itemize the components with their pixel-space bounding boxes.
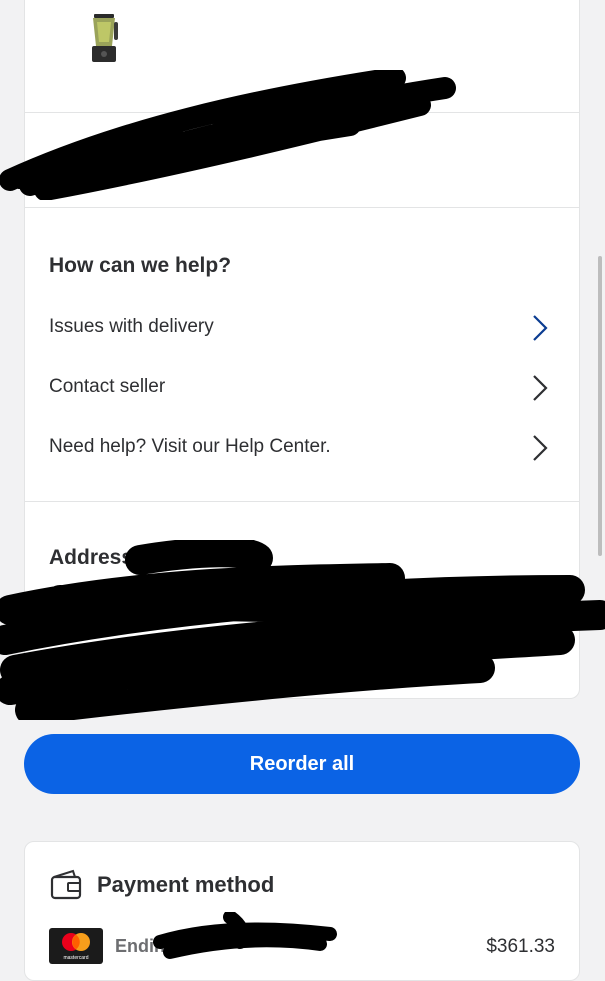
reorder-all-button[interactable]: Reorder all bbox=[24, 734, 580, 794]
blender-product-image[interactable] bbox=[88, 14, 120, 64]
divider bbox=[25, 207, 579, 208]
issues-with-delivery-link[interactable]: Issues with delivery bbox=[25, 298, 579, 358]
help-item-label: Issues with delivery bbox=[49, 316, 214, 337]
help-section-title: How can we help? bbox=[49, 254, 232, 277]
card-ending-label: Ending bbox=[115, 936, 176, 956]
payment-method-title: Payment method bbox=[97, 872, 275, 897]
scrollbar[interactable] bbox=[598, 256, 602, 556]
divider bbox=[25, 112, 579, 113]
wallet-icon bbox=[50, 869, 82, 900]
payment-amount: $361.33 bbox=[486, 936, 555, 957]
help-item-label: Contact seller bbox=[49, 376, 166, 397]
mastercard-icon: mastercard bbox=[49, 928, 103, 964]
order-details-card: How can we help? Issues with delivery Co… bbox=[24, 0, 580, 699]
contact-seller-link[interactable]: Contact seller bbox=[25, 358, 579, 418]
chevron-right-icon bbox=[533, 375, 548, 401]
chevron-right-icon bbox=[533, 315, 548, 341]
card-brand-label: mastercard bbox=[63, 955, 89, 961]
help-center-link[interactable]: Need help? Visit our Help Center. bbox=[25, 418, 579, 478]
address-section-title: Address bbox=[49, 546, 134, 569]
mastercard-logo-icon bbox=[62, 933, 90, 951]
divider bbox=[25, 501, 579, 502]
payment-method-card: Payment method mastercard Ending $361.33 bbox=[24, 841, 580, 981]
help-item-label: Need help? Visit our Help Center. bbox=[49, 436, 331, 457]
chevron-right-icon bbox=[533, 435, 548, 461]
